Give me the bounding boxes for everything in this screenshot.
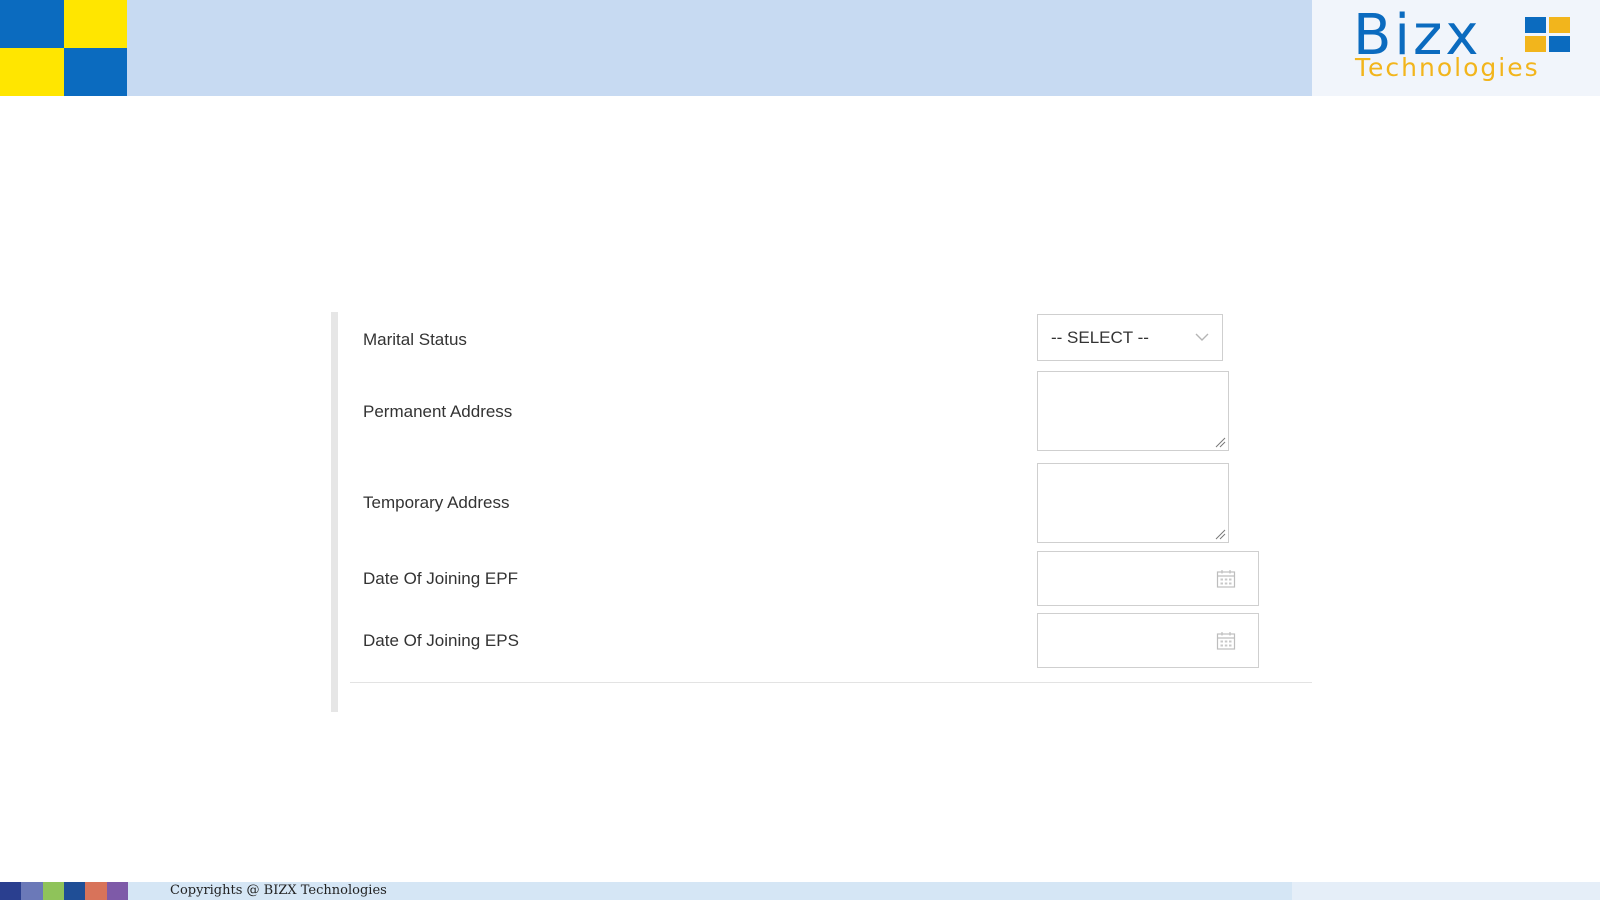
permanent-address-label: Permanent Address: [363, 402, 513, 421]
resize-grip-icon[interactable]: [1214, 528, 1226, 540]
corner-tile-logo: [0, 0, 127, 96]
employee-details-form: Marital Status -- SELECT -- Permanent Ad…: [331, 312, 1312, 712]
copyright-text: Copyrights @ BIZX Technologies: [170, 883, 387, 898]
permanent-address-row: Permanent Address: [331, 371, 1311, 455]
brand-logo: Bizx Technologies: [1312, 0, 1600, 96]
app-header: Bizx Technologies: [0, 0, 1600, 96]
footer-end-band: [1292, 882, 1600, 900]
resize-grip-icon[interactable]: [1214, 436, 1226, 448]
tile-yellow: [0, 48, 64, 96]
swatch: [21, 882, 43, 900]
tile-blue: [0, 0, 64, 48]
swatch: [106, 882, 128, 900]
marital-status-row: Marital Status -- SELECT --: [331, 312, 1311, 364]
doj-epf-row: Date Of Joining EPF: [331, 551, 1311, 607]
doj-eps-row: Date Of Joining EPS: [331, 613, 1311, 669]
calendar-icon[interactable]: [1216, 631, 1236, 651]
doj-epf-label: Date Of Joining EPF: [363, 569, 518, 588]
footer-color-swatches: [0, 882, 128, 900]
tile-yellow: [63, 0, 127, 48]
doj-eps-input[interactable]: [1037, 613, 1259, 668]
form-divider: [350, 682, 1312, 683]
tile-blue: [63, 48, 127, 96]
swatch: [85, 882, 107, 900]
swatch: [42, 882, 64, 900]
header-band: [127, 0, 1312, 96]
permanent-address-textarea[interactable]: [1037, 371, 1229, 451]
temporary-address-textarea[interactable]: [1037, 463, 1229, 543]
app-footer: Copyrights @ BIZX Technologies: [0, 882, 1600, 900]
chevron-down-icon: [1195, 333, 1209, 341]
calendar-icon[interactable]: [1216, 569, 1236, 589]
logo-squares-icon: [1525, 17, 1571, 53]
temporary-address-row: Temporary Address: [331, 463, 1311, 547]
doj-epf-input[interactable]: [1037, 551, 1259, 606]
temporary-address-label: Temporary Address: [363, 493, 510, 512]
marital-status-label: Marital Status: [363, 330, 467, 349]
marital-status-value: -- SELECT --: [1051, 328, 1149, 347]
swatch: [0, 882, 22, 900]
doj-eps-label: Date Of Joining EPS: [363, 631, 519, 650]
logo-tagline: Technologies: [1355, 53, 1540, 82]
marital-status-select[interactable]: -- SELECT --: [1037, 314, 1223, 361]
swatch: [63, 882, 86, 900]
